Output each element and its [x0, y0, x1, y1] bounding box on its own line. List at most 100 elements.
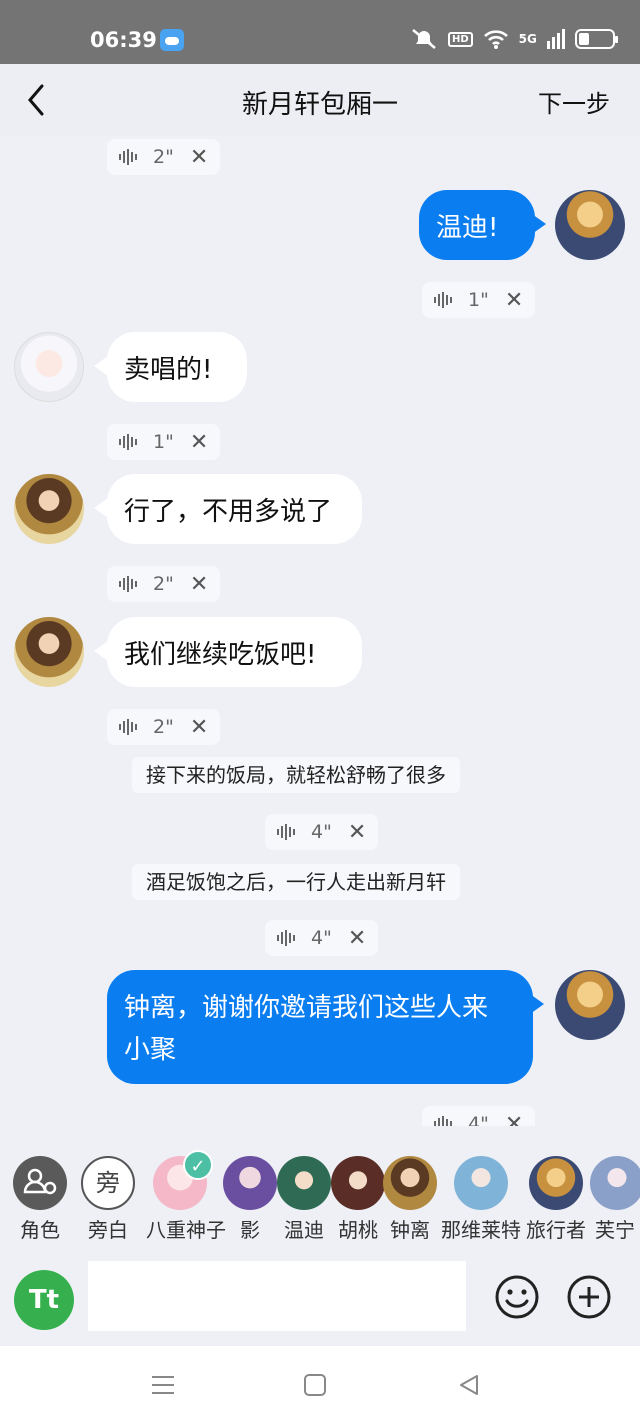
message-input[interactable] [88, 1261, 466, 1331]
voice-duration: 2" [153, 716, 174, 738]
menu-icon[interactable] [150, 1372, 176, 1398]
character-label: 旁白 [88, 1218, 128, 1242]
next-step-button[interactable]: 下一步 [538, 84, 610, 119]
character-selector[interactable]: 角色 旁 旁白 ✓ 八重神子 影 温迪 胡桃 钟离 那维莱特 旅行者 芙宁 [0, 1126, 640, 1250]
close-icon[interactable]: ✕ [348, 820, 366, 845]
character-label: 旅行者 [526, 1218, 586, 1242]
battery-icon [574, 29, 618, 49]
bubble-tail [94, 498, 108, 518]
message-text: 卖唱的! [124, 355, 213, 385]
plus-icon[interactable] [566, 1274, 612, 1320]
character-label: 芙宁 [595, 1218, 635, 1242]
voice-wave-icon [119, 719, 137, 735]
system-nav-bar [0, 1346, 640, 1423]
message-text: 我们继续吃饭吧! [124, 640, 317, 670]
message-text: 温迪! [436, 213, 499, 243]
close-icon[interactable]: ✕ [505, 1112, 523, 1127]
bubble-tail [530, 994, 544, 1014]
avatar [277, 1156, 331, 1210]
signal-bars-icon [546, 29, 565, 49]
bubble-tail [94, 641, 108, 661]
emoji-icon[interactable] [494, 1274, 540, 1320]
mute-icon [412, 29, 436, 49]
character-label: 角色 [20, 1218, 60, 1242]
character-item-role[interactable]: 角色 [6, 1156, 74, 1243]
wifi-icon [483, 30, 508, 49]
voice-duration: 1" [153, 431, 174, 453]
avatar-zhongli[interactable] [14, 474, 84, 544]
voice-wave-icon [119, 149, 137, 165]
voice-chip[interactable]: 2" ✕ [107, 139, 221, 175]
voice-duration: 1" [468, 289, 489, 311]
close-icon[interactable]: ✕ [190, 145, 208, 170]
character-item-yae-miko[interactable]: ✓ 八重神子 [146, 1150, 226, 1243]
voice-chip[interactable]: 4" ✕ [265, 814, 379, 850]
avatar-paimon[interactable] [14, 332, 84, 402]
character-label: 那维莱特 [441, 1218, 521, 1242]
message-bubble[interactable]: 卖唱的! [107, 332, 247, 402]
text-style-button[interactable]: Tt [14, 1270, 74, 1330]
avatar-zhongli[interactable] [14, 617, 84, 687]
character-label: 八重神子 [146, 1218, 226, 1242]
close-icon[interactable]: ✕ [190, 430, 208, 455]
avatar: ✓ [153, 1150, 213, 1210]
signal-label: 5G [518, 32, 537, 46]
voice-wave-icon [277, 930, 295, 946]
bubble-tail [94, 356, 108, 376]
chat-area[interactable]: 2" ✕ 温迪! 1" ✕ 卖唱的! 1" ✕ 行了，不用多说了 2" ✕ 我们… [0, 136, 640, 1126]
voice-duration: 2" [153, 573, 174, 595]
voice-wave-icon [277, 824, 295, 840]
voice-chip[interactable]: 2" ✕ [107, 566, 221, 602]
avatar [590, 1156, 640, 1210]
role-settings-icon [13, 1156, 67, 1210]
message-text: 行了，不用多说了 [124, 497, 333, 527]
message-text-line: 钟离，谢谢你邀请我们这些人来 [124, 993, 489, 1023]
character-item-traveler[interactable]: 旅行者 [522, 1156, 590, 1243]
character-item-furina[interactable]: 芙宁 [590, 1156, 640, 1243]
avatar [454, 1156, 508, 1210]
voice-wave-icon [434, 1116, 452, 1126]
voice-chip[interactable]: 1" ✕ [422, 282, 536, 318]
narration-text[interactable]: 接下来的饭局，就轻松舒畅了很多 [132, 757, 460, 793]
voice-chip[interactable]: 4" ✕ [265, 920, 379, 956]
character-item-zhongli[interactable]: 钟离 [376, 1156, 444, 1243]
message-bubble[interactable]: 我们继续吃饭吧! [107, 617, 362, 687]
character-item-neuvillette[interactable]: 那维莱特 [436, 1156, 526, 1243]
voice-duration: 2" [153, 146, 174, 168]
hd-badge: HD [448, 31, 473, 47]
avatar [223, 1156, 277, 1210]
voice-wave-icon [119, 576, 137, 592]
message-text-line: 小聚 [124, 1035, 177, 1065]
avatar-traveler[interactable] [555, 970, 625, 1040]
status-icons: HD 5G [410, 28, 618, 50]
message-bubble[interactable]: 温迪! [419, 190, 535, 260]
voice-duration: 4" [311, 821, 332, 843]
narration-text[interactable]: 酒足饭饱之后，一行人走出新月轩 [132, 864, 460, 900]
character-item-narrator[interactable]: 旁 旁白 [74, 1156, 142, 1243]
voice-wave-icon [119, 434, 137, 450]
title-bar: 新月轩包厢一 下一步 [0, 64, 640, 136]
home-icon[interactable] [302, 1372, 328, 1398]
voice-duration: 4" [468, 1113, 489, 1126]
status-bar: 06:39 HD 5G [0, 0, 640, 64]
character-label: 钟离 [390, 1218, 430, 1242]
close-icon[interactable]: ✕ [348, 926, 366, 951]
message-bubble[interactable]: 钟离，谢谢你邀请我们这些人来 小聚 [107, 970, 533, 1084]
avatar [383, 1156, 437, 1210]
voice-chip[interactable]: 2" ✕ [107, 709, 221, 745]
close-icon[interactable]: ✕ [190, 572, 208, 597]
back-triangle-icon[interactable] [456, 1372, 482, 1398]
bubble-tail [532, 214, 546, 234]
voice-wave-icon [434, 292, 452, 308]
voice-chip[interactable]: 4" ✕ [422, 1106, 536, 1127]
close-icon[interactable]: ✕ [505, 288, 523, 313]
avatar-traveler[interactable] [555, 190, 625, 260]
close-icon[interactable]: ✕ [190, 715, 208, 740]
avatar [529, 1156, 583, 1210]
voice-duration: 4" [311, 927, 332, 949]
narrator-badge: 旁 [81, 1156, 135, 1210]
voice-chip[interactable]: 1" ✕ [107, 424, 221, 460]
weather-icon [160, 29, 184, 51]
message-bubble[interactable]: 行了，不用多说了 [107, 474, 362, 544]
input-bar: Tt [0, 1250, 640, 1346]
